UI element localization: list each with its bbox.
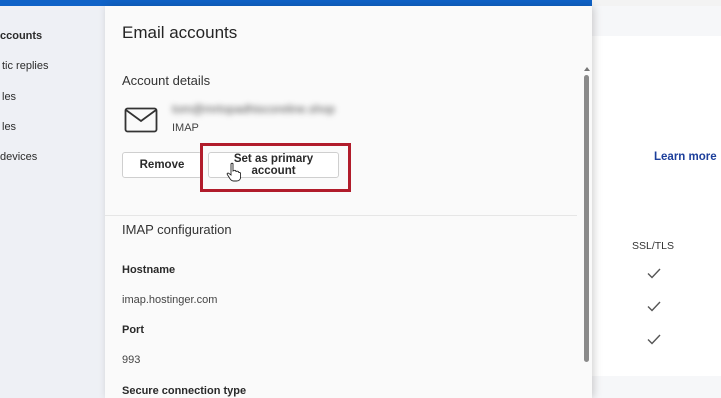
- sidebar-item-devices[interactable]: devices: [0, 151, 37, 163]
- settings-sidebar: ccounts tic replies les les devices: [0, 6, 105, 398]
- checkmark-icon: [647, 301, 661, 312]
- port-label: Port: [122, 324, 144, 336]
- panel-scrollbar[interactable]: [582, 61, 592, 398]
- account-protocol: IMAP: [172, 122, 199, 134]
- secure-connection-label: Secure connection type: [122, 385, 247, 397]
- mail-icon: [124, 107, 158, 133]
- hostname-value: imap.hostinger.com: [122, 294, 218, 306]
- sidebar-item-automatic-replies[interactable]: tic replies: [2, 60, 48, 72]
- imap-configuration-title: IMAP configuration: [122, 222, 232, 237]
- sidebar-item-accounts[interactable]: ccounts: [0, 30, 42, 42]
- scrollbar-thumb[interactable]: [584, 75, 589, 362]
- sidebar-item-rules[interactable]: les: [2, 91, 16, 103]
- learn-more-link[interactable]: Learn more: [654, 151, 717, 163]
- hostname-label: Hostname: [122, 264, 176, 276]
- panel-title: Email accounts: [122, 23, 238, 42]
- remove-account-button[interactable]: Remove: [122, 152, 202, 178]
- email-accounts-panel: Email accounts Account details tom@mrtop…: [105, 6, 592, 398]
- account-email-address: tom@mrtopadhiscoreline.shop: [172, 102, 335, 116]
- port-value: 993: [122, 354, 141, 366]
- hand-cursor-icon: [226, 162, 241, 182]
- scroll-up-arrow-icon[interactable]: [584, 67, 590, 71]
- checkmark-icon: [647, 334, 661, 345]
- account-details-label: Account details: [122, 73, 211, 88]
- background-content-card: [592, 36, 721, 376]
- annotation-highlight-box: [200, 143, 351, 192]
- sidebar-item-files[interactable]: les: [2, 121, 16, 133]
- checkmark-icon: [647, 268, 661, 279]
- ssl-tls-column-header: SSL/TLS: [632, 240, 675, 252]
